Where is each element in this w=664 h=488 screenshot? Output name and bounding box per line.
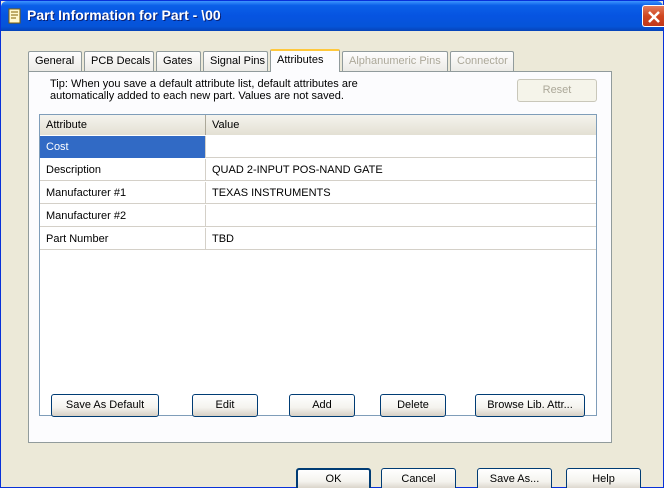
- browse-lib-attr-button[interactable]: Browse Lib. Attr...: [475, 394, 585, 417]
- save-as-default-button[interactable]: Save As Default: [51, 394, 159, 417]
- tab-alphanumeric-pins: Alphanumeric Pins: [342, 51, 448, 71]
- attribute-cell[interactable]: Part Number: [40, 228, 206, 250]
- close-icon: [648, 11, 660, 23]
- part-information-dialog: Part Information for Part - \00 General …: [0, 0, 664, 488]
- table-row[interactable]: Part Number TBD: [40, 228, 596, 250]
- ok-button[interactable]: OK: [296, 468, 371, 488]
- value-cell[interactable]: [206, 205, 596, 227]
- attribute-cell[interactable]: Manufacturer #1: [40, 182, 206, 204]
- value-cell[interactable]: [206, 136, 596, 158]
- tip-line-1: Tip: When you save a default attribute l…: [50, 78, 358, 90]
- table-row[interactable]: Manufacturer #1 TEXAS INSTRUMENTS: [40, 182, 596, 204]
- attribute-cell[interactable]: Manufacturer #2: [40, 205, 206, 227]
- tab-pcb-decals[interactable]: PCB Decals: [84, 51, 154, 71]
- window-title: Part Information for Part - \00: [27, 7, 221, 23]
- tip-text: Tip: When you save a default attribute l…: [50, 78, 410, 102]
- delete-button[interactable]: Delete: [380, 394, 446, 417]
- tab-connector: Connector: [450, 51, 514, 71]
- attributes-panel: Tip: When you save a default attribute l…: [28, 71, 612, 443]
- save-as-button[interactable]: Save As...: [477, 468, 552, 488]
- tab-gates[interactable]: Gates: [156, 51, 201, 71]
- value-cell[interactable]: TBD: [206, 228, 596, 250]
- column-header-value[interactable]: Value: [206, 115, 596, 135]
- attribute-cell[interactable]: Cost: [40, 136, 206, 158]
- tip-line-2: automatically added to each new part. Va…: [50, 90, 344, 102]
- title-bar[interactable]: Part Information for Part - \00: [1, 1, 664, 31]
- edit-button[interactable]: Edit: [192, 394, 258, 417]
- column-header-attribute[interactable]: Attribute: [40, 115, 206, 135]
- part-info-icon: [7, 8, 23, 24]
- help-button[interactable]: Help: [566, 468, 641, 488]
- tab-attributes[interactable]: Attributes: [270, 49, 340, 72]
- attribute-cell[interactable]: Description: [40, 159, 206, 181]
- value-cell[interactable]: QUAD 2-INPUT POS-NAND GATE: [206, 159, 596, 181]
- attributes-grid[interactable]: Attribute Value Cost Description QUAD 2-…: [39, 114, 597, 416]
- tab-general[interactable]: General: [28, 51, 82, 71]
- cancel-button[interactable]: Cancel: [381, 468, 456, 488]
- grid-header: Attribute Value: [40, 115, 596, 135]
- value-cell[interactable]: TEXAS INSTRUMENTS: [206, 182, 596, 204]
- tab-signal-pins[interactable]: Signal Pins: [203, 51, 268, 71]
- reset-button: Reset: [517, 79, 597, 102]
- table-row[interactable]: Description QUAD 2-INPUT POS-NAND GATE: [40, 159, 596, 181]
- table-row[interactable]: Cost: [40, 136, 596, 158]
- add-button[interactable]: Add: [289, 394, 355, 417]
- table-row[interactable]: Manufacturer #2: [40, 205, 596, 227]
- close-button[interactable]: [642, 5, 664, 27]
